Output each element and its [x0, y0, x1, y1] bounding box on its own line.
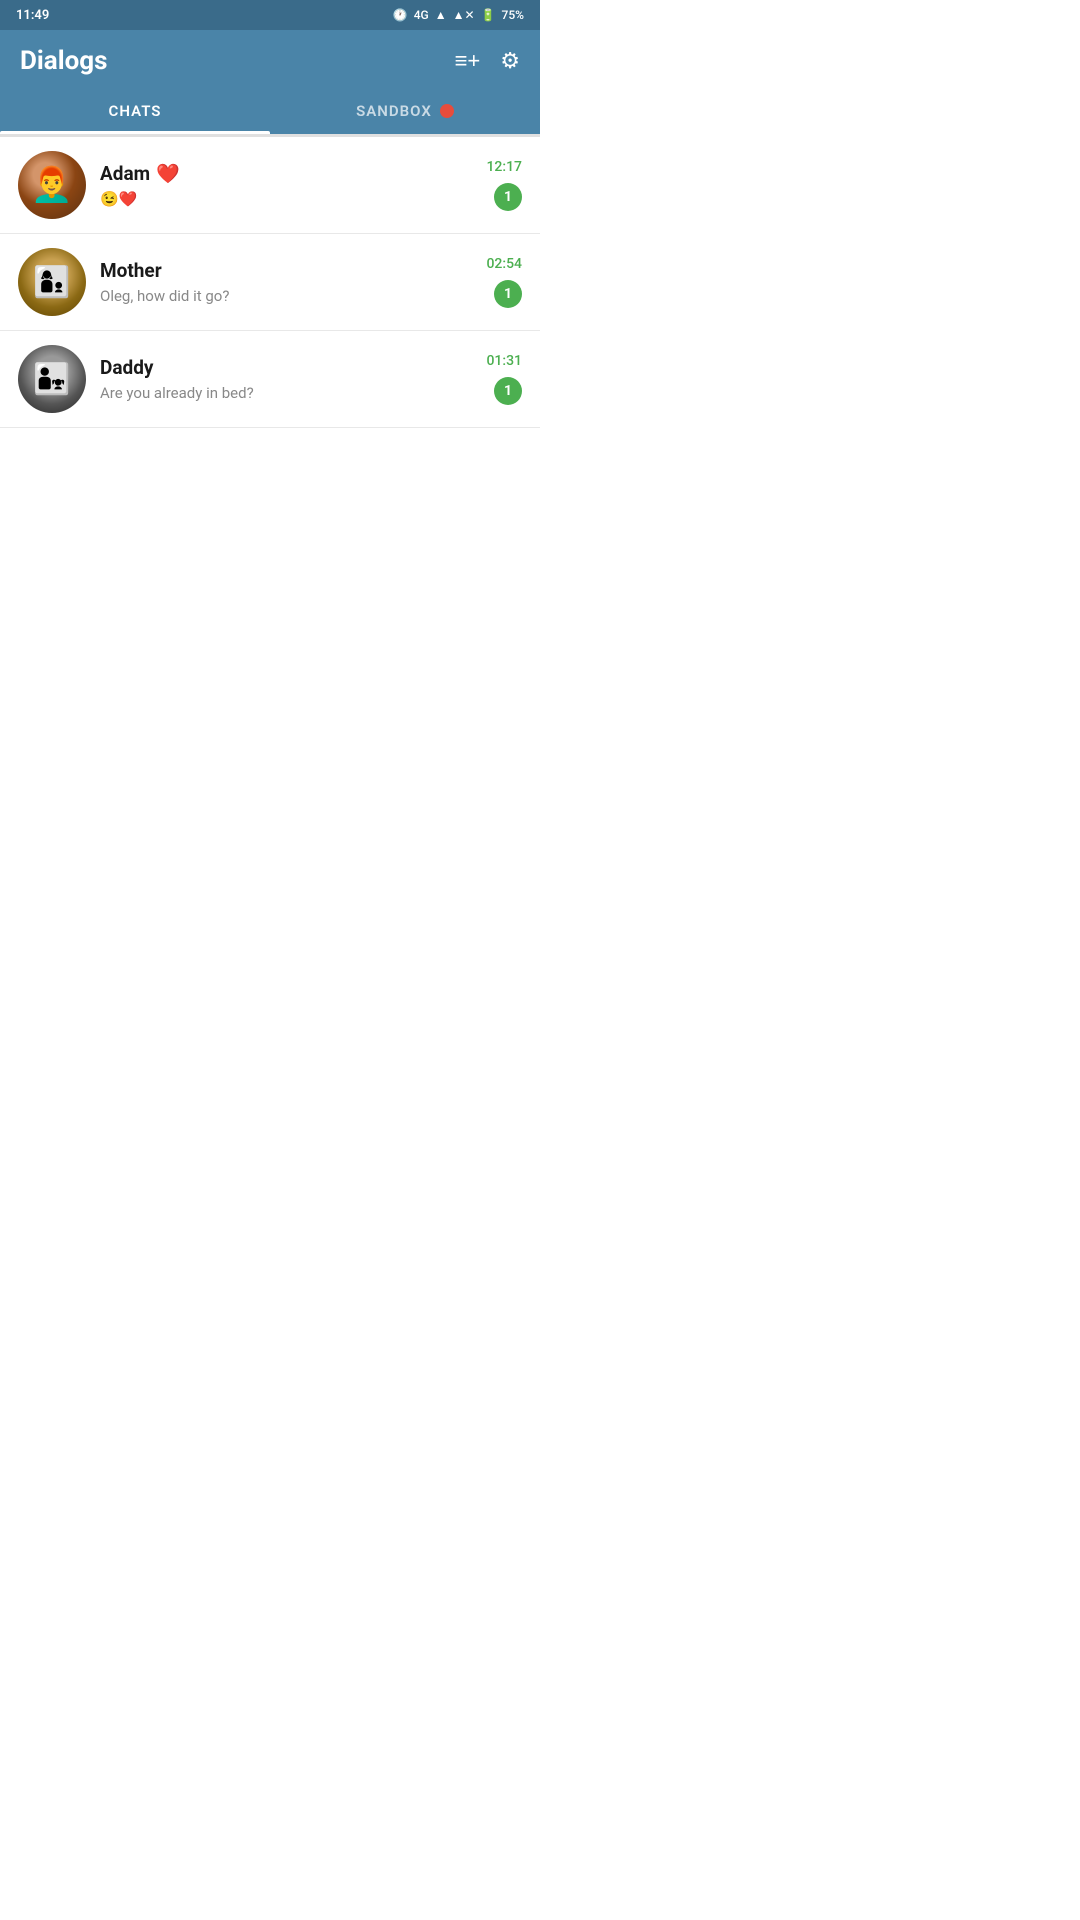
battery-icon: 🔋: [481, 8, 496, 22]
chat-time-daddy: 01:31: [486, 353, 522, 369]
avatar-mother: [18, 248, 86, 316]
unread-badge-adam: 1: [494, 183, 522, 211]
signal-x-icon: ▲✕: [453, 8, 475, 22]
chat-item-adam[interactable]: Adam ❤️ 😉❤️ 12:17 1: [0, 137, 540, 234]
header-actions: ≡+ ⚙: [455, 50, 520, 72]
network-label: 4G: [414, 8, 429, 22]
chat-name-mother: Mother: [100, 259, 472, 282]
chat-meta-mother: 02:54 1: [486, 256, 522, 308]
chat-item-daddy[interactable]: Daddy Are you already in bed? 01:31 1: [0, 331, 540, 428]
chat-list: Adam ❤️ 😉❤️ 12:17 1 Mother Oleg, how did…: [0, 137, 540, 428]
chat-time-mother: 02:54: [486, 256, 522, 272]
header: Dialogs ≡+ ⚙: [0, 30, 540, 88]
chat-time-adam: 12:17: [486, 159, 522, 175]
chat-meta-adam: 12:17 1: [486, 159, 522, 211]
chat-item-mother[interactable]: Mother Oleg, how did it go? 02:54 1: [0, 234, 540, 331]
alarm-icon: 🕐: [393, 8, 408, 22]
status-time: 11:49: [16, 8, 49, 23]
page-title: Dialogs: [20, 46, 107, 76]
avatar-adam: [18, 151, 86, 219]
unread-badge-daddy: 1: [494, 377, 522, 405]
chat-preview-adam: 😉❤️: [100, 190, 472, 208]
chat-info-adam: Adam ❤️ 😉❤️: [100, 162, 472, 208]
tab-sandbox[interactable]: SANDBOX: [270, 88, 540, 134]
tab-chats-label: CHATS: [109, 102, 162, 120]
battery-label: 75%: [502, 8, 524, 22]
tab-chats[interactable]: CHATS: [0, 88, 270, 134]
unread-badge-mother: 1: [494, 280, 522, 308]
chat-preview-daddy: Are you already in bed?: [100, 384, 472, 402]
chat-name-adam: Adam ❤️: [100, 162, 472, 185]
tabs-bar: CHATS SANDBOX: [0, 88, 540, 134]
sandbox-tab-content: SANDBOX: [270, 102, 540, 120]
chat-meta-daddy: 01:31 1: [486, 353, 522, 405]
empty-area: [0, 428, 540, 1028]
sandbox-notification-dot: [440, 104, 454, 118]
status-right: 🕐 4G ▲ ▲✕ 🔋 75%: [393, 8, 524, 22]
settings-button[interactable]: ⚙: [500, 50, 520, 72]
chat-info-daddy: Daddy Are you already in bed?: [100, 356, 472, 402]
chat-name-daddy: Daddy: [100, 356, 472, 379]
status-bar: 11:49 🕐 4G ▲ ▲✕ 🔋 75%: [0, 0, 540, 30]
tab-sandbox-label: SANDBOX: [356, 102, 432, 120]
avatar-daddy: [18, 345, 86, 413]
chat-preview-mother: Oleg, how did it go?: [100, 287, 472, 305]
signal-icon: ▲: [435, 8, 447, 22]
chat-info-mother: Mother Oleg, how did it go?: [100, 259, 472, 305]
adam-heart-emoji: ❤️: [156, 162, 180, 185]
new-chat-button[interactable]: ≡+: [455, 50, 481, 72]
